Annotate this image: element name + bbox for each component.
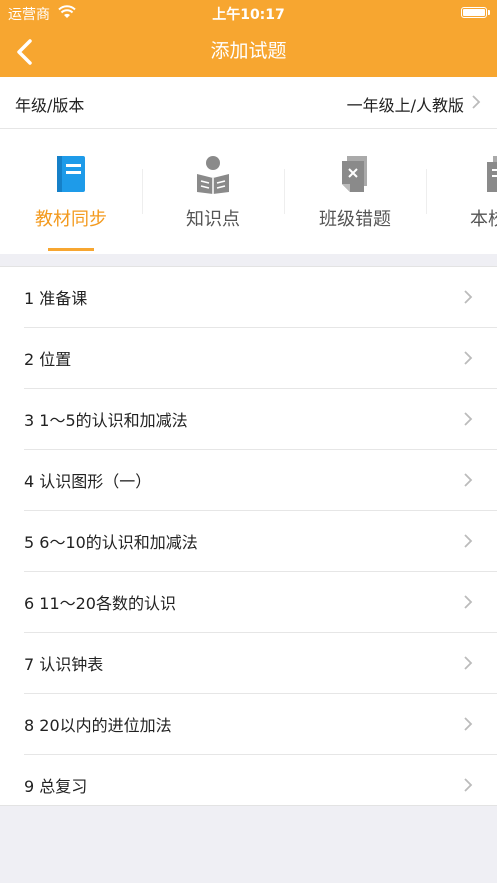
chapter-label: 1 准备课 [24, 289, 88, 308]
chevron-right-icon [464, 473, 473, 487]
tab-knowledge-points[interactable]: 知识点 [142, 129, 284, 254]
chevron-right-icon [472, 95, 481, 109]
tab-label: 知识点 [186, 209, 240, 230]
chapter-label: 3 1～5的认识和加减法 [24, 411, 188, 430]
chapter-label: 6 11～20各数的认识 [24, 594, 176, 613]
tab-textbook-sync[interactable]: 教材同步 [0, 129, 142, 254]
list-item[interactable]: 2 位置 [24, 328, 497, 389]
list-item[interactable]: 6 11～20各数的认识 [24, 572, 497, 633]
chevron-right-icon [464, 290, 473, 304]
list-item[interactable]: 5 6～10的认识和加减法 [24, 511, 497, 572]
status-bar: 运营商 上午10:17 [0, 0, 497, 26]
chapter-label: 4 认识图形（一） [24, 472, 152, 491]
tab-label: 班级错题 [319, 209, 391, 230]
tab-school-work[interactable]: 本校作 [426, 129, 497, 254]
list-item[interactable]: 1 准备课 [24, 267, 497, 328]
list-item[interactable]: 3 1～5的认识和加减法 [24, 389, 497, 450]
battery-icon [461, 7, 490, 18]
tab-class-wrong-questions[interactable]: 班级错题 [284, 129, 426, 254]
tab-label: 本校作 [470, 209, 497, 230]
chevron-right-icon [464, 778, 473, 792]
wrong-question-icon [342, 156, 367, 192]
active-tab-indicator [48, 248, 94, 251]
chapter-label: 8 20以内的进位加法 [24, 716, 172, 735]
chevron-right-icon [464, 412, 473, 426]
navigation-bar: 运营商 上午10:17 添加试题 [0, 0, 497, 77]
page-title: 添加试题 [210, 40, 287, 62]
tab-label: 教材同步 [35, 209, 107, 230]
chapter-label: 2 位置 [24, 350, 72, 369]
list-item[interactable]: 4 认识图形（一） [24, 450, 497, 511]
list-item[interactable]: 7 认识钟表 [24, 633, 497, 694]
chevron-right-icon [464, 595, 473, 609]
source-tabs: 教材同步 知识点 班级错题 本校作 [0, 129, 497, 254]
chevron-right-icon [464, 534, 473, 548]
list-item[interactable]: 9 总复习 [24, 755, 497, 815]
chevron-right-icon [464, 351, 473, 365]
chapter-list: 1 准备课 2 位置 3 1～5的认识和加减法 4 认识图形（一） 5 6～10… [0, 266, 497, 806]
grade-version-row[interactable]: 年级/版本 一年级上/人教版 [0, 77, 497, 129]
chapter-label: 9 总复习 [24, 777, 88, 796]
chevron-right-icon [464, 656, 473, 670]
chapter-label: 5 6～10的认识和加减法 [24, 533, 198, 552]
clock: 上午10:17 [212, 7, 285, 23]
list-item[interactable]: 8 20以内的进位加法 [24, 694, 497, 755]
chapter-label: 7 认识钟表 [24, 655, 104, 674]
reader-icon [197, 156, 229, 194]
grade-version-value: 一年级上/人教版 [346, 96, 464, 115]
document-icon [487, 156, 497, 192]
book-icon [57, 156, 85, 192]
chevron-right-icon [464, 717, 473, 731]
grade-version-label: 年级/版本 [15, 96, 85, 115]
